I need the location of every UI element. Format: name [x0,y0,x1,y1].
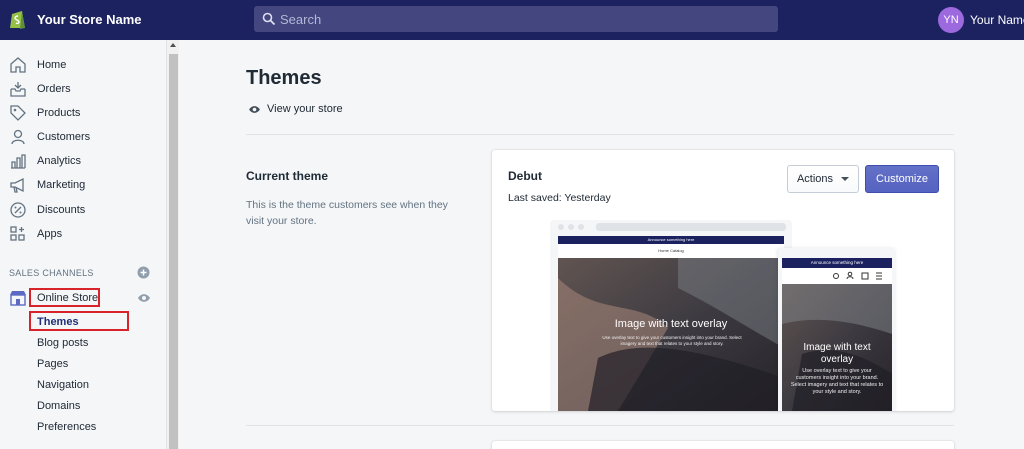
page-title: Themes [246,67,322,89]
sidebar-item-marketing[interactable]: Marketing [0,174,167,196]
actions-button[interactable]: Actions [787,165,859,193]
divider [246,134,954,135]
browser-dot [568,224,574,230]
sidebar-scrollbar[interactable] [167,40,179,449]
browser-bar [550,220,792,234]
sidebar-item-home[interactable]: Home [0,54,167,76]
current-theme-card: Debut Last saved: Yesterday Actions Cust… [492,150,954,411]
preview-mobile-hero-text: Use overlay text to give your customers … [790,368,884,395]
preview-mobile-hero-title: Image with text overlay [803,342,871,365]
browser-dot [558,224,564,230]
sidebar: Home Orders Products Customers Analytics… [0,40,167,449]
megaphone-icon [10,177,24,193]
user-name[interactable]: Your Name [970,13,1024,27]
desktop-preview: Announce something here Home Catalog Ima… [550,220,792,411]
mobile-nav-icons [833,271,882,280]
sidebar-item-label: Customers [37,131,91,143]
theme-name: Debut [508,169,542,183]
preview-hero-image: Image with text overlay Use overlay text… [558,258,784,411]
url-bar [596,223,786,231]
sidebar-item-label: Home [37,59,67,71]
preview-mobile-announcement-bar: Announce something here [782,258,892,268]
sidebar-item-products[interactable]: Products [0,102,167,124]
eye-icon[interactable] [137,293,151,303]
preview-hero-title: Image with text overlay [614,318,728,330]
person-icon [11,129,25,145]
store-name[interactable]: Your Store Name [37,12,142,27]
shopify-logo-icon[interactable] [9,8,27,30]
store-icon [10,291,26,306]
sidebar-item-label: Marketing [37,179,86,191]
theme-library-card [492,441,954,449]
sidebar-item-apps[interactable]: Apps [0,223,167,245]
sales-channels-heading: SALES CHANNELS [9,268,94,278]
sidebar-item-label: Products [37,107,81,119]
sidebar-item-label: Analytics [37,155,82,167]
sidebar-item-orders[interactable]: Orders [0,78,167,100]
search-input[interactable] [280,6,760,32]
highlight-box [29,311,129,331]
sidebar-sub-item-preferences[interactable]: Preferences [37,421,96,433]
add-sales-channel-icon[interactable] [137,266,150,279]
current-theme-description: This is the theme customers see when the… [246,199,448,227]
highlight-box [29,288,100,307]
discount-icon [10,202,26,218]
preview-mobile-hero-image: Image with text overlay Use overlay text… [782,284,892,411]
divider [246,425,954,426]
search-bar[interactable] [254,6,778,32]
sidebar-sub-item-pages[interactable]: Pages [37,358,68,370]
mobile-preview: Announce something here Image with text … [778,248,896,411]
last-saved-text: Last saved: Yesterday [508,192,611,204]
customize-button[interactable]: Customize [865,165,939,193]
view-store-label: View your store [267,103,343,115]
top-bar: Your Store Name YN Your Name [0,0,1024,40]
home-icon [10,57,26,73]
sidebar-item-label: Orders [37,83,71,95]
view-store-link[interactable]: View your store [248,103,343,115]
preview-mobile-nav [782,268,892,284]
orders-icon [10,82,26,97]
sidebar-item-label: Apps [37,228,63,240]
sidebar-item-analytics[interactable]: Analytics [0,150,167,172]
avatar[interactable]: YN [938,7,964,33]
preview-hero-text: Use overlay text to give your customers … [602,335,742,346]
sidebar-item-customers[interactable]: Customers [0,126,167,148]
preview-announcement-bar: Announce something here [558,236,784,244]
scroll-thumb[interactable] [169,54,178,449]
actions-label: Actions [796,173,834,185]
apps-icon [10,226,25,241]
sidebar-sub-item-blog-posts[interactable]: Blog posts [37,337,88,349]
tag-icon [10,105,26,121]
current-theme-heading: Current theme [246,169,329,183]
sidebar-sub-item-navigation[interactable]: Navigation [37,379,89,391]
sidebar-item-label: Discounts [37,204,86,216]
preview-site-nav: Home Catalog [558,244,784,258]
browser-dot [578,224,584,230]
sidebar-sub-item-domains[interactable]: Domains [37,400,80,412]
caret-down-icon [841,177,850,181]
eye-icon [249,105,260,113]
bar-chart-icon [11,154,26,169]
sidebar-item-discounts[interactable]: Discounts [0,199,167,221]
search-icon [262,12,276,26]
scroll-up-arrow-icon[interactable] [170,43,176,47]
